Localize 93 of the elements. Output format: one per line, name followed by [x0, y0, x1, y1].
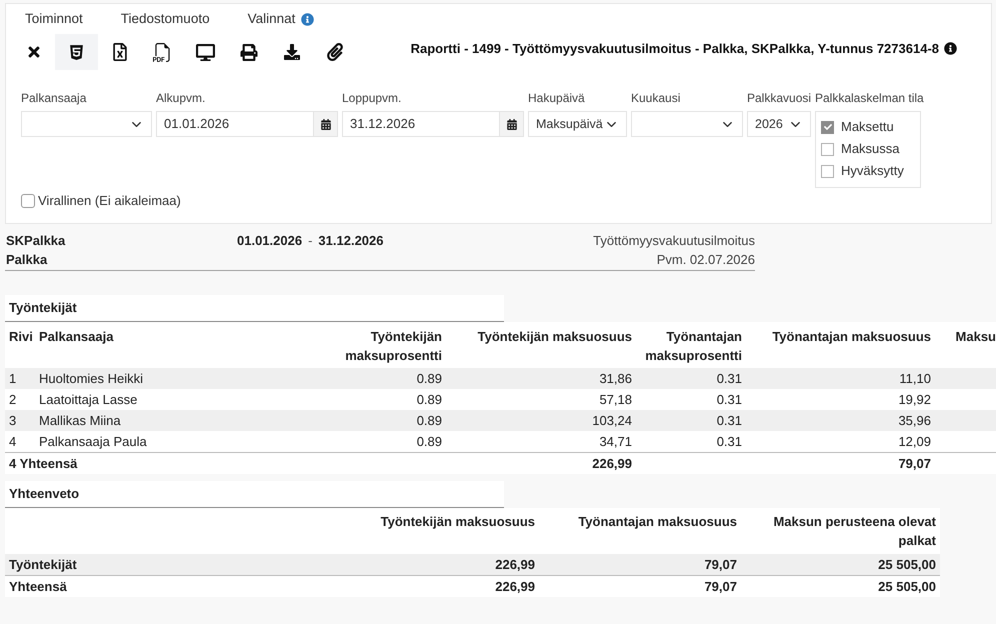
table-cell: 226,99	[495, 557, 535, 572]
field-label: Palkkavuosi	[747, 91, 811, 105]
table-cell: 11,10	[899, 371, 931, 386]
column-header: Työntekijän maksuprosentti	[345, 329, 442, 363]
close-icon	[26, 44, 42, 60]
table-cell: 79,07	[898, 456, 931, 471]
dropdown-field[interactable]: 2026	[747, 111, 811, 137]
column-header: Työnantajan maksuprosentti	[645, 329, 742, 363]
menu-item[interactable]: Tiedostomuoto	[120, 8, 210, 30]
table-cell: 34,71	[599, 434, 632, 449]
table-cell: 0.31	[716, 434, 742, 449]
table-cell: Mallikas Miina	[39, 413, 121, 428]
table-cell: 0.89	[416, 434, 442, 449]
table-cell: 226,99	[495, 579, 535, 594]
calendar-icon	[506, 118, 516, 130]
date-input[interactable]: 01.01.2026	[156, 111, 314, 137]
section-title: Yhteenveto	[5, 481, 504, 508]
printer-icon	[240, 44, 258, 60]
paperclip-icon	[326, 43, 342, 61]
checkbox-label: Hyväksytty	[841, 162, 904, 180]
table-cell: 0.31	[716, 371, 742, 386]
date-input[interactable]: 31.12.2026	[342, 111, 500, 137]
field-label: Kuukausi	[631, 91, 682, 105]
dropdown-field[interactable]: Maksupäivä	[528, 111, 627, 137]
table-cell: 25 505,00	[878, 579, 936, 594]
date-separator: -	[308, 232, 312, 250]
field-label: Hakupäivä	[528, 91, 586, 105]
table-cell: 226,99	[592, 456, 632, 471]
table-cell: 0.31	[716, 413, 742, 428]
column-header: Työnantajan maksuosuus	[772, 329, 931, 344]
calendar-button[interactable]	[314, 111, 338, 137]
report-title: Raportti - 1499 - Työttömyysvakuutusilmoitus - Palkka, SKPalkka, Y-tunnus 7273614-8	[410, 40, 939, 58]
field-label: Loppupvm.	[342, 91, 402, 105]
row-label: Työntekijät	[9, 557, 77, 572]
checkbox-label: Virallinen (Ei aikaleimaa)	[38, 192, 181, 210]
start-date: 01.01.2026	[237, 232, 302, 250]
menu-item[interactable]: Valinnat	[248, 8, 296, 30]
calendar-icon	[320, 118, 330, 130]
column-header: Rivi	[9, 329, 33, 344]
calendar-button[interactable]	[500, 111, 524, 137]
report-type: Palkka	[6, 251, 48, 269]
column-header: Työntekijän maksuosuus	[380, 514, 535, 529]
table-cell: 0.89	[416, 371, 442, 386]
table-cell: 35,96	[898, 413, 931, 428]
field-label: Palkansaaja	[21, 91, 88, 105]
checkbox-label: Maksussa	[841, 140, 900, 158]
total-label: 4 Yhteensä	[9, 456, 78, 471]
table-cell: Palkansaaja Paula	[39, 434, 147, 449]
dropdown-field[interactable]	[631, 111, 743, 137]
dropdown-field[interactable]	[21, 111, 152, 137]
menu-item[interactable]: Toiminnot	[25, 8, 83, 30]
table-cell: 2	[9, 392, 16, 407]
checkbox[interactable]	[821, 164, 834, 178]
field-label: Alkupvm.	[156, 91, 206, 105]
report-name: Työttömyysvakuutusilmoitus	[593, 232, 755, 250]
table-cell: 57,18	[599, 392, 632, 407]
table-cell: 12,09	[898, 434, 931, 449]
table-cell: 25 505,00	[878, 557, 936, 572]
table-cell: 103,24	[592, 413, 632, 428]
checkmark-icon	[824, 123, 832, 131]
print-date: Pvm. 02.07.2026	[656, 251, 755, 269]
checkbox-label: Maksettu	[841, 118, 894, 136]
table-cell: 0.31	[716, 392, 742, 407]
column-header: Palkansaaja	[39, 329, 114, 344]
html-button[interactable]	[55, 34, 98, 70]
column-header: Työntekijän maksuosuus	[478, 329, 632, 344]
monitor-icon	[196, 44, 215, 60]
table-cell: 79,07	[704, 557, 737, 572]
table-cell: 3	[9, 413, 16, 428]
section-title: Työntekijät	[5, 295, 504, 322]
company-name: SKPalkka	[6, 232, 66, 250]
table-cell: 4	[9, 434, 16, 449]
end-date: 31.12.2026	[318, 232, 384, 250]
checkbox[interactable]	[821, 142, 834, 156]
table-cell: 31,86	[599, 371, 632, 386]
table-cell: 19,92	[898, 392, 931, 407]
checkbox[interactable]	[821, 120, 834, 134]
table-cell: Huoltomies Heikki	[39, 371, 144, 386]
pdf-file-icon	[153, 42, 172, 62]
table-cell: 0.89	[416, 392, 442, 407]
column-header: Maksun perusteena olevat palkat	[773, 514, 936, 548]
table-cell: 1	[9, 371, 16, 386]
download-icon	[284, 44, 300, 60]
row-label: Yhteensä	[9, 579, 67, 594]
file-x-icon	[112, 43, 126, 61]
table-cell: 0.89	[416, 413, 442, 428]
table-cell: 79,07	[704, 579, 737, 594]
column-header: Työnantajan maksuosuus	[578, 514, 737, 529]
checkbox[interactable]	[21, 194, 35, 208]
column-header: Maksu	[956, 329, 996, 344]
table-cell: Laatoittaja Lasse	[39, 392, 138, 407]
info-icon[interactable]	[944, 42, 957, 56]
shield-five-icon	[69, 44, 84, 60]
